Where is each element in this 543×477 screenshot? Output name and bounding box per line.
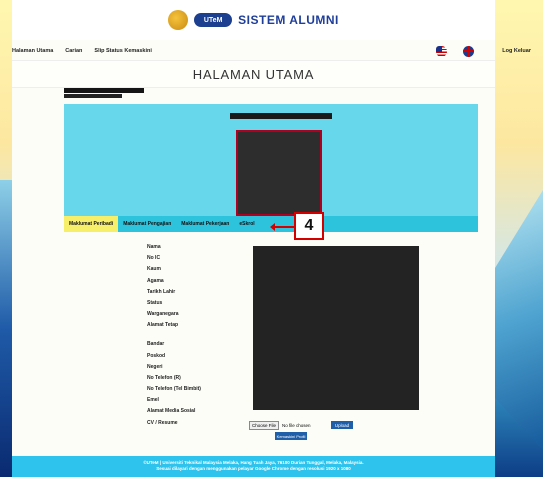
top-nav: Halaman Utama Carian Slip Status Kemaski… bbox=[0, 42, 543, 60]
field-label-no-telefon-bimbit: No Telefon (Tel Bimbit) bbox=[147, 386, 201, 393]
uk-flag-icon[interactable] bbox=[463, 45, 475, 57]
page-container: UTeM SISTEM ALUMNI HALAMAN UTAMA Makluma… bbox=[12, 0, 495, 477]
field-label-no-ic: No IC bbox=[147, 255, 161, 262]
redacted-name-line bbox=[64, 88, 144, 93]
field-label-tarikh-lahir: Tarikh Lahir bbox=[147, 288, 176, 295]
profile-banner bbox=[64, 104, 478, 216]
annotation-step-number: 4 bbox=[294, 212, 324, 240]
welcome-text-redacted bbox=[64, 88, 194, 98]
field-label-agama: Agama bbox=[147, 277, 164, 284]
cv-upload-row: Choose File No file chosen bbox=[249, 421, 311, 430]
field-label-emel: Emel bbox=[147, 397, 159, 404]
field-label-nama: Nama bbox=[147, 244, 161, 250]
background-left-decoration bbox=[0, 180, 12, 477]
nav-right-group: Log Keluar bbox=[436, 45, 531, 57]
footer: ©UTeM | Universiti Teknikal Malaysia Mel… bbox=[12, 456, 495, 477]
tab-eskrol[interactable]: eSkrol bbox=[234, 216, 259, 232]
tab-maklumat-peribadi[interactable]: Maklumat Peribadi bbox=[64, 216, 119, 232]
page-title: HALAMAN UTAMA bbox=[12, 60, 495, 88]
utem-logo: UTeM bbox=[194, 13, 233, 27]
field-label-no-telefon-r: No Telefon (R) bbox=[147, 374, 181, 381]
field-label-poskod: Poskod bbox=[147, 352, 166, 359]
update-profile-button[interactable]: Kemaskini Profil bbox=[275, 432, 307, 440]
upload-button[interactable]: Upload bbox=[331, 421, 353, 429]
nav-slip-status[interactable]: Slip Status Kemaskini bbox=[94, 48, 151, 54]
field-label-alamat-tetap: Alamat Tetap bbox=[147, 322, 179, 329]
field-label-media-sosial: Alamat Media Sosial bbox=[147, 408, 196, 415]
choose-file-button[interactable]: Choose File bbox=[249, 421, 280, 430]
field-label-negeri: Negeri bbox=[147, 363, 163, 370]
profile-photo bbox=[236, 130, 322, 216]
tab-maklumat-pengajian[interactable]: Maklumat Pengajian bbox=[118, 216, 176, 232]
field-label-bandar: Bandar bbox=[147, 341, 165, 348]
malaysia-crest-icon bbox=[168, 10, 189, 30]
footer-browser-note: Sesuai dilayari dengan menggunakan pelay… bbox=[156, 466, 351, 471]
tab-maklumat-pekerjaan[interactable]: Maklumat Pekerjaan bbox=[176, 216, 234, 232]
field-label-warganegara: Warganegara bbox=[147, 311, 179, 318]
personal-info-values-redacted bbox=[253, 246, 419, 410]
annotation-arrow-icon bbox=[270, 223, 296, 231]
personal-info-labels: Nama No IC Kaum Agama Tarikh Lahir Statu… bbox=[147, 242, 267, 429]
background-right-decoration bbox=[495, 190, 543, 450]
redacted-id-line bbox=[64, 94, 122, 98]
profile-name-redacted bbox=[230, 113, 332, 119]
logout-link[interactable]: Log Keluar bbox=[502, 48, 531, 54]
brand-title: SISTEM ALUMNI bbox=[238, 13, 339, 27]
header: UTeM SISTEM ALUMNI bbox=[12, 0, 495, 40]
field-label-status: Status bbox=[147, 299, 163, 306]
nav-halaman-utama[interactable]: Halaman Utama bbox=[12, 48, 53, 54]
field-label-kaum: Kaum bbox=[147, 266, 161, 273]
no-file-text: No file chosen bbox=[282, 423, 311, 428]
malaysia-flag-icon[interactable] bbox=[436, 45, 448, 57]
nav-carian[interactable]: Carian bbox=[65, 48, 82, 54]
